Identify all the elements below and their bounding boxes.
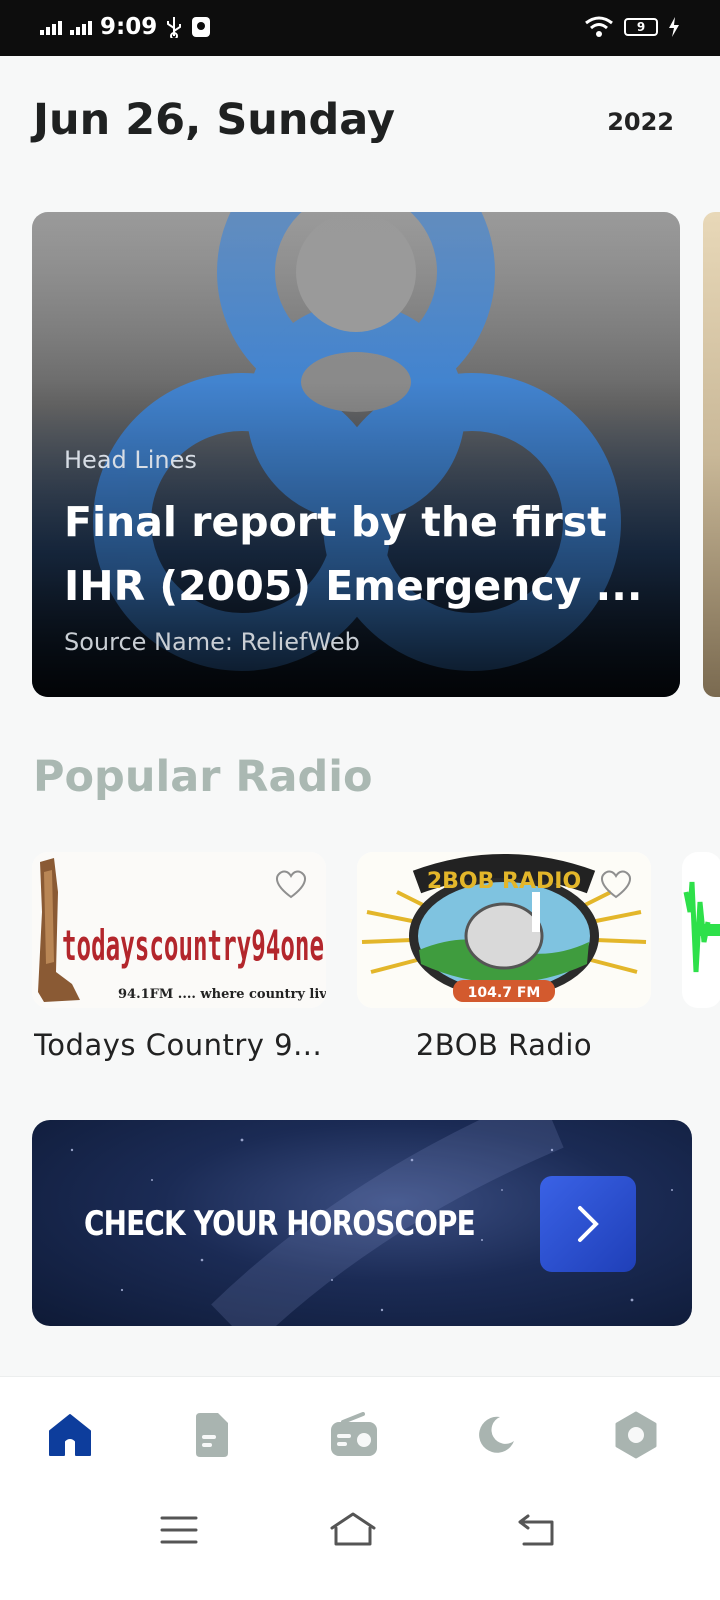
headline-card[interactable]: Head Lines Final report by the first IHR… xyxy=(32,212,680,697)
logo-subtext: 104.7 FM xyxy=(468,985,541,1001)
bottom-navigation xyxy=(0,1376,720,1484)
radio-card-2bob[interactable]: 2BOB RADIO 104.7 FM xyxy=(357,852,651,1008)
settings-icon xyxy=(615,1411,657,1459)
nav-news[interactable] xyxy=(186,1409,238,1461)
radio-card-todays-country[interactable]: todayscountry94one 94.1FM .... where cou… xyxy=(32,852,326,1008)
headline-tag: Head Lines xyxy=(64,446,197,474)
home-button-icon[interactable] xyxy=(328,1510,378,1550)
popular-radio-title: Popular Radio xyxy=(33,752,373,802)
status-bar: 9:09 9 xyxy=(0,0,720,56)
wifi-icon xyxy=(585,16,613,37)
status-left: 9:09 xyxy=(40,14,211,40)
nav-settings[interactable] xyxy=(610,1409,662,1461)
signal-icon xyxy=(40,19,62,35)
clock: 9:09 xyxy=(100,14,158,40)
nav-horoscope[interactable] xyxy=(470,1409,522,1461)
year-label: 2022 xyxy=(607,108,674,136)
headline-title-line: Final report by the first xyxy=(64,498,607,546)
back-icon[interactable] xyxy=(514,1510,564,1550)
battery-icon: 9 xyxy=(624,18,658,36)
heart-icon[interactable] xyxy=(599,868,633,900)
charging-icon xyxy=(669,17,679,37)
next-headline-card[interactable] xyxy=(703,212,720,697)
headline-title: Final report by the first IHR (2005) Eme… xyxy=(64,490,654,618)
horoscope-banner[interactable]: CHECK YOUR HOROSCOPE xyxy=(32,1120,692,1326)
headline-source: Source Name: ReliefWeb xyxy=(64,628,360,656)
moon-icon xyxy=(479,1416,514,1453)
menu-icon[interactable] xyxy=(154,1510,204,1550)
home-icon xyxy=(49,1414,91,1456)
notification-icon xyxy=(192,17,211,37)
date-title: Jun 26, Sunday xyxy=(33,95,396,145)
heart-icon[interactable] xyxy=(274,868,308,900)
radio-name: 2BOB Radio xyxy=(415,1028,593,1062)
radio-card-next[interactable] xyxy=(682,852,720,1008)
radio-icon xyxy=(331,1412,377,1456)
usb-icon xyxy=(167,17,182,38)
chevron-right-icon xyxy=(578,1206,599,1242)
logo-text: 2BOB RADIO xyxy=(427,869,581,894)
radio-name: Todays Country 9... xyxy=(34,1028,323,1062)
station-logo xyxy=(683,881,720,973)
nav-radio[interactable] xyxy=(328,1409,380,1461)
logo-subtext: 94.1FM .... where country lives xyxy=(118,987,326,1002)
system-navigation-bar xyxy=(0,1484,720,1600)
horoscope-label: CHECK YOUR HOROSCOPE xyxy=(84,1204,476,1244)
status-right: 9 xyxy=(584,16,680,38)
signal-icon xyxy=(70,19,92,35)
headline-title-line: IHR (2005) Emergency ... xyxy=(64,562,643,610)
nav-home[interactable] xyxy=(44,1409,96,1461)
news-icon xyxy=(196,1413,228,1457)
logo-text: todayscountry94one xyxy=(62,921,324,970)
horoscope-go-button[interactable] xyxy=(540,1176,636,1272)
